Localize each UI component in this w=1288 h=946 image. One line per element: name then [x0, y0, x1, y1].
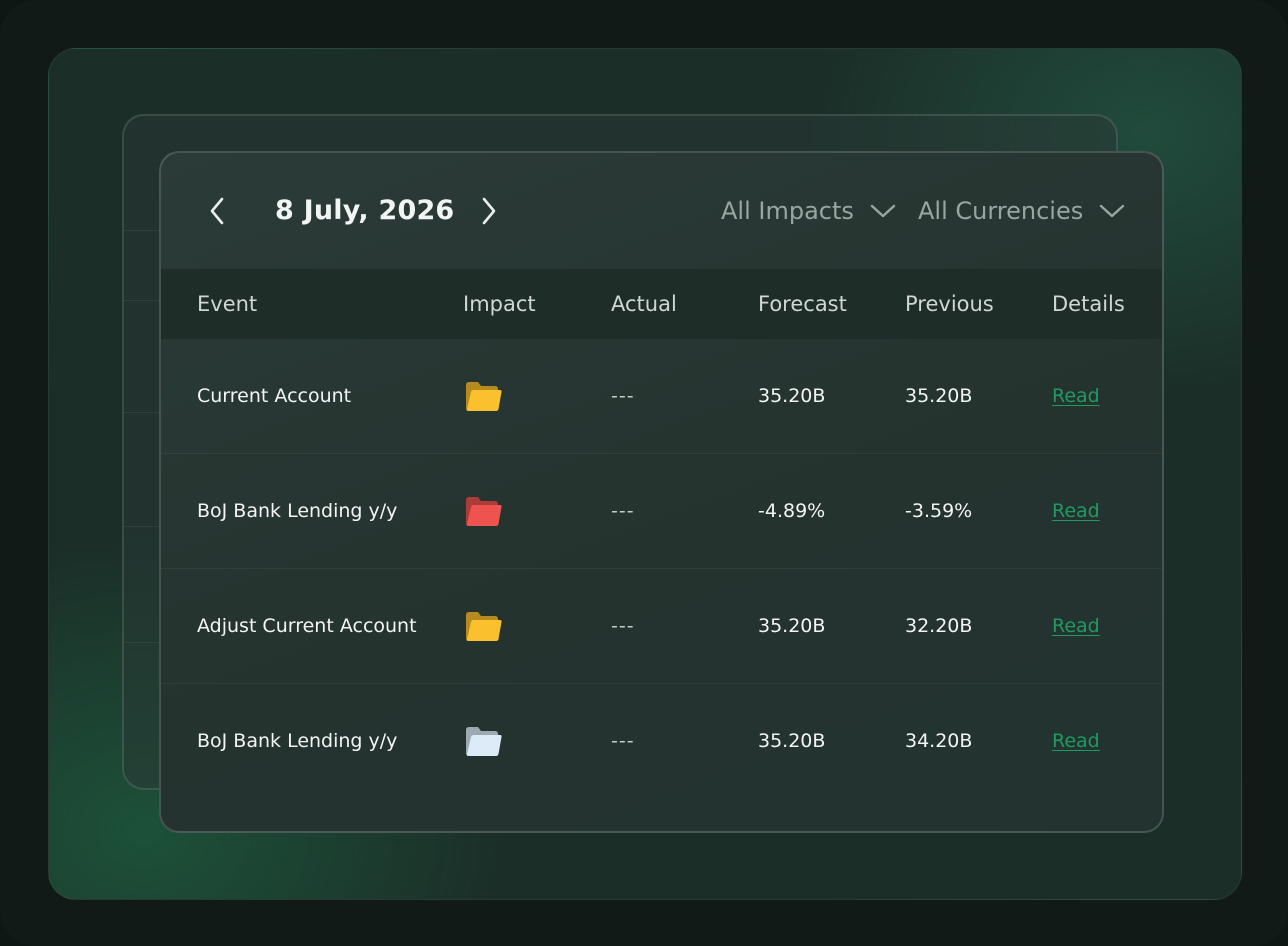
previous-value: 34.20B	[905, 730, 973, 752]
event-name: Current Account	[197, 385, 352, 407]
app-frame: 8 July, 2026 All Impacts All Currencies	[0, 0, 1288, 946]
currency-filter-label: All Currencies	[918, 197, 1084, 225]
actual-value: ---	[611, 385, 635, 407]
background-card-divider	[124, 230, 162, 231]
table-header: Event Impact Actual Forecast Previous De…	[161, 269, 1162, 339]
column-header-details[interactable]: Details	[1052, 269, 1125, 339]
folder-icon	[466, 612, 502, 641]
next-day-button[interactable]	[471, 193, 507, 229]
read-link[interactable]: Read	[1052, 385, 1100, 407]
previous-value: 32.20B	[905, 615, 973, 637]
forecast-value: 35.20B	[758, 730, 826, 752]
forecast-value: 35.20B	[758, 385, 826, 407]
read-link[interactable]: Read	[1052, 615, 1100, 637]
previous-value: -3.59%	[905, 500, 973, 522]
table-row[interactable]: Adjust Current Account --- 35.20B 32.20B…	[161, 569, 1162, 684]
previous-day-button[interactable]	[199, 193, 235, 229]
current-date: 8 July, 2026	[275, 195, 455, 226]
event-name: BoJ Bank Lending y/y	[197, 500, 398, 522]
chevron-right-icon	[482, 197, 496, 225]
economic-calendar-card: 8 July, 2026 All Impacts All Currencies	[159, 151, 1164, 833]
folder-icon	[466, 382, 502, 411]
actual-value: ---	[611, 500, 635, 522]
background-card-divider	[124, 300, 162, 301]
event-name: BoJ Bank Lending y/y	[197, 730, 398, 752]
table-row[interactable]: BoJ Bank Lending y/y --- 35.20B 34.20B R…	[161, 684, 1162, 799]
calendar-toolbar: 8 July, 2026 All Impacts All Currencies	[161, 153, 1162, 269]
actual-value: ---	[611, 730, 635, 752]
details-cell: Read	[1052, 339, 1100, 454]
event-name: Adjust Current Account	[197, 615, 417, 637]
table-row[interactable]: Current Account --- 35.20B 35.20B Read	[161, 339, 1162, 454]
background-card-divider	[124, 412, 162, 413]
column-header-event[interactable]: Event	[197, 269, 257, 339]
folder-icon	[466, 497, 502, 526]
forecast-value: 35.20B	[758, 615, 826, 637]
read-link[interactable]: Read	[1052, 500, 1100, 522]
details-cell: Read	[1052, 454, 1100, 569]
forecast-value: -4.89%	[758, 500, 826, 522]
background-card-divider	[124, 526, 162, 527]
impact-filter-label: All Impacts	[721, 197, 854, 225]
impact-filter-dropdown[interactable]: All Impacts	[721, 191, 896, 231]
previous-value: 35.20B	[905, 385, 973, 407]
chevron-down-icon	[870, 204, 896, 218]
details-cell: Read	[1052, 569, 1100, 684]
chevron-down-icon	[1100, 204, 1125, 218]
details-cell: Read	[1052, 684, 1100, 799]
folder-icon	[466, 727, 502, 756]
chevron-left-icon	[210, 197, 224, 225]
table-row[interactable]: BoJ Bank Lending y/y --- -4.89% -3.59% R…	[161, 454, 1162, 569]
column-header-previous[interactable]: Previous	[905, 269, 994, 339]
actual-value: ---	[611, 615, 635, 637]
background-card-divider	[124, 642, 162, 643]
column-header-impact[interactable]: Impact	[463, 269, 536, 339]
column-header-actual[interactable]: Actual	[611, 269, 677, 339]
read-link[interactable]: Read	[1052, 730, 1100, 752]
currency-filter-dropdown[interactable]: All Currencies	[918, 191, 1125, 231]
column-header-forecast[interactable]: Forecast	[758, 269, 847, 339]
